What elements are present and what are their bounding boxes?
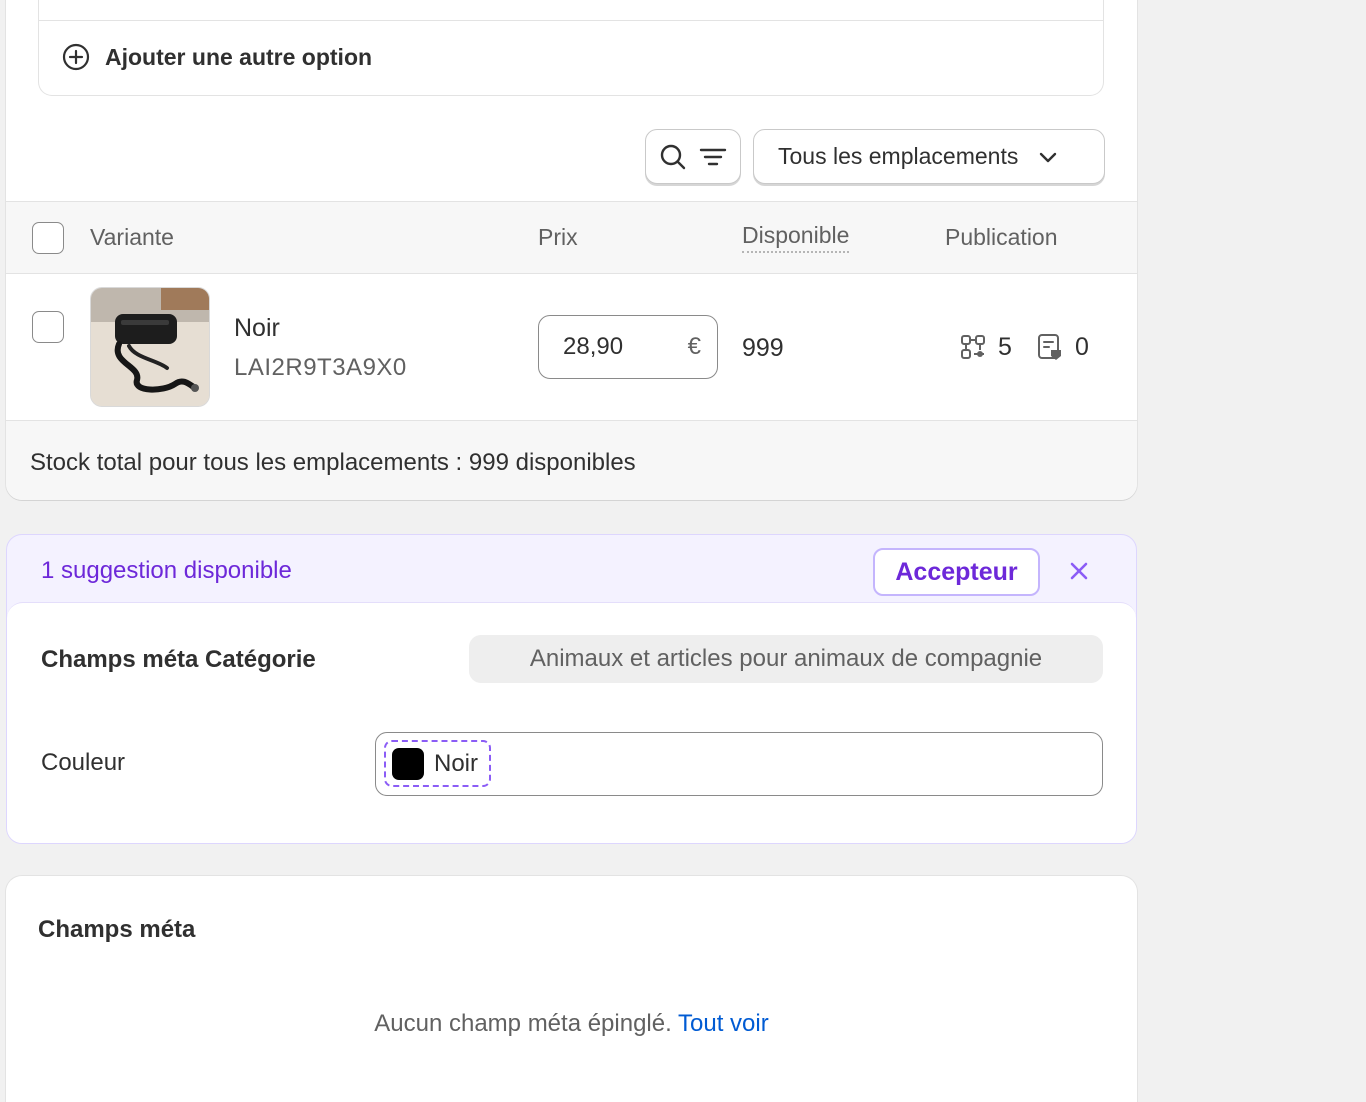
variant-name[interactable]: Noir [234, 314, 280, 343]
table-row[interactable]: Noir LAI2R9T3A9X0 28,90 € 999 5 0 [6, 274, 1137, 420]
color-value: Noir [434, 749, 479, 777]
search-filter-button[interactable] [645, 129, 741, 184]
add-option-button[interactable]: Ajouter une autre option [61, 42, 372, 72]
header-variant: Variante [90, 224, 174, 250]
search-icon [660, 144, 686, 169]
options-box: Ajouter une autre option [38, 0, 1104, 96]
select-all-checkbox[interactable] [32, 222, 64, 254]
sales-channels-icon [961, 335, 985, 359]
stock-total-text: Stock total pour tous les emplacements :… [30, 449, 636, 476]
available-quantity[interactable]: 999 [742, 334, 784, 363]
locations-select[interactable]: Tous les emplacements [753, 129, 1105, 184]
suggestion-body: Champs méta Catégorie Animaux et article… [7, 602, 1136, 843]
price-value: 28,90 [563, 333, 624, 360]
metafields-title: Champs méta [38, 916, 196, 943]
metafields-empty-text: Aucun champ méta épinglé. [374, 1010, 672, 1037]
locations-select-value: Tous les emplacements [778, 143, 1019, 169]
currency-symbol: € [687, 333, 701, 360]
variant-thumbnail[interactable] [90, 287, 210, 407]
table-header: Variante Prix Disponible Publication [6, 201, 1137, 274]
price-input[interactable]: 28,90 € [538, 315, 718, 379]
header-available[interactable]: Disponible [742, 222, 850, 253]
color-field[interactable]: Noir [375, 732, 1103, 796]
metafields-card: Champs méta Aucun champ méta épinglé. To… [6, 876, 1137, 1102]
see-all-link[interactable]: Tout voir [678, 1010, 769, 1037]
category-badge: Animaux et articles pour animaux de comp… [469, 635, 1103, 683]
stock-total-footer: Stock total pour tous les emplacements :… [6, 420, 1137, 500]
metafields-empty-state: Aucun champ méta épinglé. Tout voir [6, 1010, 1137, 1038]
plus-circle-icon [62, 43, 90, 71]
product-image [91, 288, 209, 406]
filter-icon [699, 148, 727, 165]
header-publication: Publication [945, 224, 1058, 250]
row-checkbox[interactable] [32, 311, 64, 343]
suggestion-card: 1 suggestion disponible Accepteur Champs… [6, 534, 1137, 844]
channels-count-value: 5 [998, 332, 1012, 361]
catalogs-count-value: 0 [1075, 332, 1089, 361]
suggestion-text: 1 suggestion disponible [41, 557, 292, 584]
variant-sku: LAI2R9T3A9X0 [234, 354, 407, 381]
color-swatch [392, 747, 424, 780]
category-value: Animaux et articles pour animaux de comp… [529, 645, 1043, 672]
color-suggestion-chip[interactable]: Noir [384, 740, 491, 787]
header-price: Prix [538, 224, 578, 250]
catalogs-count[interactable]: 0 [1035, 332, 1089, 362]
channels-count[interactable]: 5 [958, 332, 1012, 362]
category-metafields-label: Champs méta Catégorie [41, 646, 316, 673]
accept-button[interactable]: Accepteur [873, 548, 1040, 596]
color-label: Couleur [41, 749, 126, 776]
page: Ajouter une autre option Tous les emplac… [0, 0, 1366, 1102]
options-divider [39, 20, 1103, 21]
chevron-down-icon [1040, 152, 1057, 162]
variants-card: Ajouter une autre option Tous les emplac… [6, 0, 1137, 500]
add-option-label: Ajouter une autre option [105, 43, 373, 70]
close-icon[interactable] [1067, 559, 1091, 583]
catalog-icon [1038, 334, 1061, 360]
